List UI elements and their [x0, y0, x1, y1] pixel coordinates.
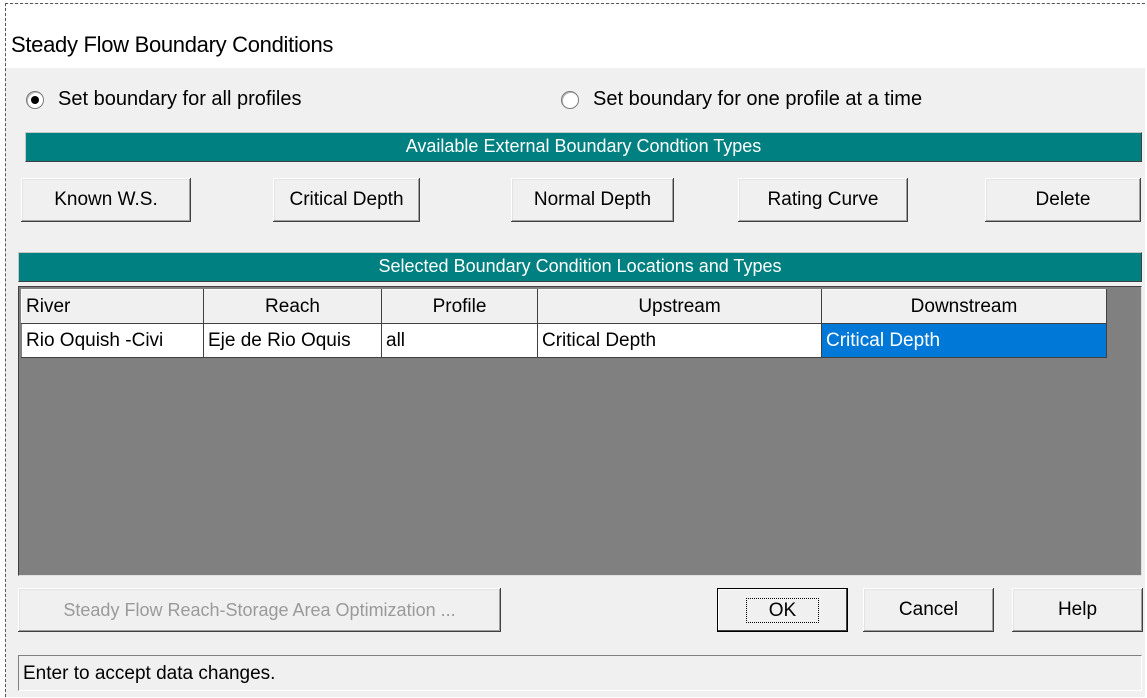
ok-button-label: OK: [745, 597, 820, 623]
radio-one-profile-label: Set boundary for one profile at a time: [593, 88, 923, 110]
selected-locations-header: Selected Boundary Condition Locations an…: [18, 252, 1142, 282]
table-row[interactable]: Rio Oquish -Civi Eje de Rio Oquis all Cr…: [21, 323, 1107, 358]
boundary-grid[interactable]: River Reach Profile Upstream Downstream …: [18, 286, 1142, 576]
normal-depth-button[interactable]: Normal Depth: [511, 178, 674, 222]
radio-all-profiles[interactable]: Set boundary for all profiles: [26, 88, 301, 111]
radio-one-profile[interactable]: Set boundary for one profile at a time: [561, 88, 922, 111]
optimization-button[interactable]: Steady Flow Reach-Storage Area Optimizat…: [18, 588, 501, 632]
table-header-row: River Reach Profile Upstream Downstream: [21, 289, 1107, 324]
boundary-table: River Reach Profile Upstream Downstream …: [21, 289, 1107, 358]
steady-flow-boundary-dialog: Steady Flow Boundary Conditions Set boun…: [5, 3, 1146, 697]
critical-depth-button[interactable]: Critical Depth: [273, 178, 420, 222]
cell-downstream[interactable]: Critical Depth: [821, 323, 1107, 358]
radio-all-profiles-label: Set boundary for all profiles: [58, 88, 302, 110]
column-header-downstream[interactable]: Downstream: [821, 289, 1107, 324]
title-bar: Steady Flow Boundary Conditions: [6, 4, 1146, 68]
help-button[interactable]: Help: [1012, 588, 1143, 632]
cell-reach[interactable]: Eje de Rio Oquis: [203, 323, 382, 358]
ok-button[interactable]: OK: [717, 588, 848, 632]
radio-checked-icon[interactable]: [26, 90, 44, 109]
cell-upstream[interactable]: Critical Depth: [537, 323, 822, 358]
available-types-header: Available External Boundary Condtion Typ…: [25, 132, 1142, 162]
cancel-button[interactable]: Cancel: [863, 588, 994, 632]
status-bar: Enter to accept data changes.: [18, 655, 1142, 691]
column-header-profile[interactable]: Profile: [381, 289, 538, 324]
cell-profile[interactable]: all: [381, 323, 538, 358]
window-title: Steady Flow Boundary Conditions: [11, 32, 334, 57]
column-header-upstream[interactable]: Upstream: [537, 289, 822, 324]
cell-river[interactable]: Rio Oquish -Civi: [21, 323, 204, 358]
radio-unchecked-icon[interactable]: [561, 90, 579, 109]
delete-button[interactable]: Delete: [985, 178, 1141, 222]
column-header-river[interactable]: River: [21, 289, 204, 324]
column-header-reach[interactable]: Reach: [203, 289, 382, 324]
rating-curve-button[interactable]: Rating Curve: [738, 178, 908, 222]
known-ws-button[interactable]: Known W.S.: [21, 178, 191, 222]
